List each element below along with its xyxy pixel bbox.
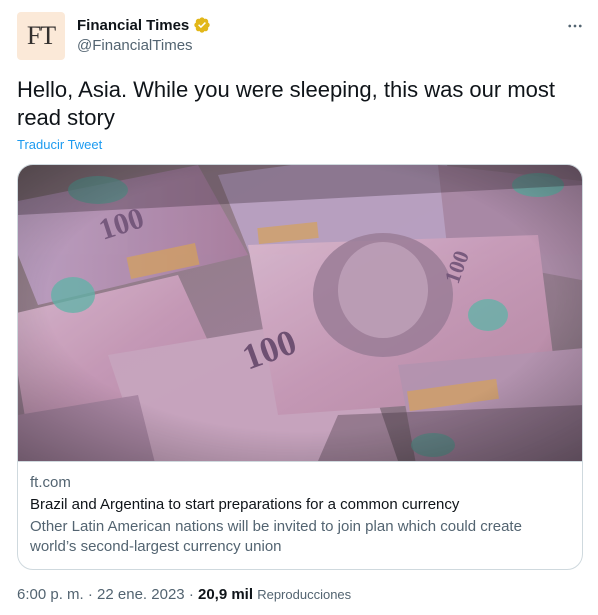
card-body: ft.com Brazil and Argentina to start pre…: [18, 461, 582, 569]
tweet-time[interactable]: 6:00 p. m.: [17, 586, 84, 603]
meta-separator: ·: [188, 586, 194, 603]
tweet-date[interactable]: 22 ene. 2023: [97, 586, 185, 603]
link-card[interactable]: 100 100 100 ft.com Brazil and Argentina …: [17, 164, 583, 570]
meta-separator: ·: [87, 586, 93, 603]
card-domain: ft.com: [30, 474, 71, 491]
tweet-text: Hello, Asia. While you were sleeping, th…: [17, 77, 556, 130]
translate-tweet-link[interactable]: Traducir Tweet: [17, 137, 102, 152]
card-image-banknotes: 100 100 100: [18, 165, 582, 461]
tweet-header: FT Financial Times @FinancialTimes: [17, 12, 587, 60]
card-title: Brazil and Argentina to start preparatio…: [30, 496, 460, 513]
avatar[interactable]: FT: [17, 12, 65, 60]
author-handle[interactable]: @FinancialTimes: [77, 37, 193, 54]
more-options-button[interactable]: [563, 16, 587, 36]
views-count: 20,9 mil: [197, 586, 254, 603]
author-name[interactable]: Financial Times: [77, 17, 189, 34]
more-horizontal-icon: [568, 24, 582, 28]
avatar-text: FT: [26, 21, 56, 50]
views-label: Reproducciones: [257, 587, 352, 602]
tweet-meta: 6:00 p. m. · 22 ene. 2023 · 20,9 mil Rep…: [17, 586, 351, 603]
verified-badge-icon: [193, 16, 211, 34]
card-description: Other Latin American nations will be inv…: [30, 518, 522, 555]
author-name-row: Financial Times: [77, 16, 211, 34]
